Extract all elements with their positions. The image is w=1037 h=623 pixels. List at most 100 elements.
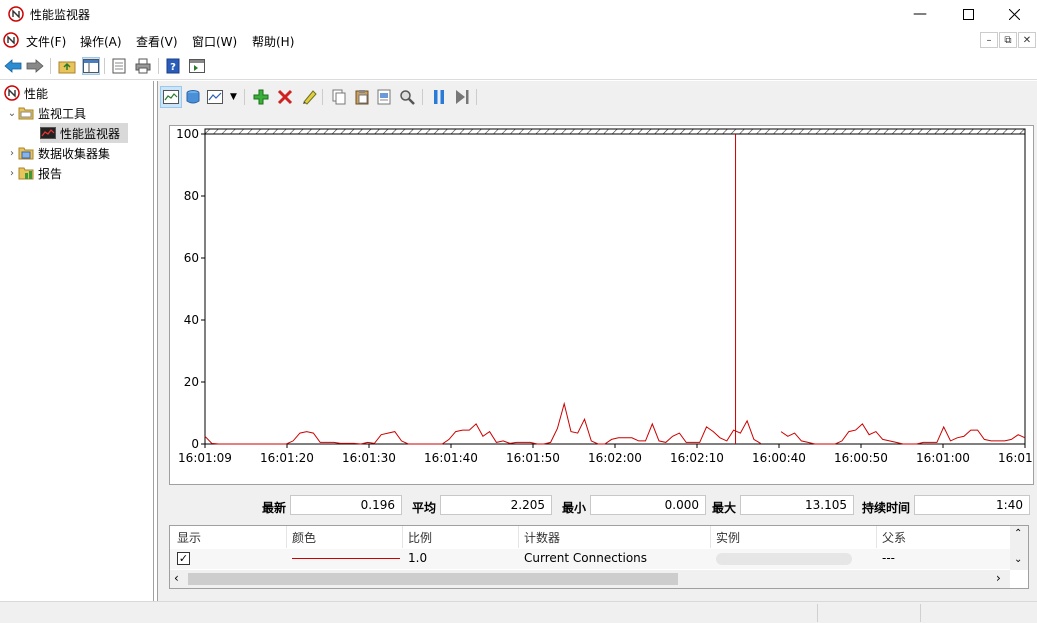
- toolbar-separator: [422, 89, 423, 105]
- window-title: 性能监视器: [30, 8, 91, 22]
- minimize-button[interactable]: —: [897, 0, 943, 28]
- y-tick-label: 60: [184, 251, 199, 265]
- restore-icon: ⧉: [1004, 34, 1012, 46]
- forward-arrow-icon: [26, 59, 44, 73]
- last-value: 0.196: [290, 495, 402, 515]
- toolbar-separator: [50, 58, 51, 74]
- chevron-right-icon[interactable]: ›: [6, 148, 18, 159]
- view-current-activity-button[interactable]: [160, 86, 182, 108]
- x-tick-label: 16:02:10: [670, 451, 724, 465]
- back-button[interactable]: [4, 57, 22, 75]
- tree-item-performance[interactable]: 性能: [4, 83, 48, 103]
- column-header-instance[interactable]: 实例: [716, 529, 740, 546]
- tree-item-data-collector-sets[interactable]: › 数据收集器集: [6, 143, 110, 163]
- main-toolbar: ?: [0, 52, 1037, 80]
- highlighter-pen-icon: [303, 90, 317, 105]
- change-graph-type-button[interactable]: [206, 88, 224, 106]
- forward-button[interactable]: [26, 57, 44, 75]
- counter-scale: 1.0: [408, 551, 428, 565]
- menu-window[interactable]: 窗口(W): [192, 33, 237, 50]
- x-tick-label: 16:01:00: [916, 451, 970, 465]
- paste-counter-list-button[interactable]: [353, 88, 371, 106]
- column-header-show[interactable]: 显示: [177, 529, 201, 546]
- column-header-color[interactable]: 颜色: [292, 529, 316, 546]
- print-button[interactable]: [134, 57, 152, 75]
- average-value: 2.205: [440, 495, 552, 515]
- x-tick-label: 16:01:30: [342, 451, 396, 465]
- add-counter-button[interactable]: [252, 88, 270, 106]
- printer-icon: [135, 58, 151, 74]
- minimize-icon: –: [986, 34, 992, 46]
- show-checkbox[interactable]: ✓: [177, 552, 190, 565]
- chevron-down-icon[interactable]: ⌄: [6, 108, 18, 119]
- maximize-icon: [962, 8, 974, 20]
- tree-item-label: 报告: [38, 166, 63, 181]
- mmc-system-menu-icon[interactable]: [3, 32, 19, 48]
- menu-file[interactable]: 文件(F): [26, 33, 66, 50]
- menu-help[interactable]: 帮助(H): [252, 33, 294, 50]
- delete-counter-button[interactable]: [276, 88, 294, 106]
- horizontal-scrollbar[interactable]: ‹ ›: [170, 570, 1010, 588]
- properties-icon: [377, 89, 391, 105]
- folder-up-icon: [58, 61, 76, 74]
- graph-type-dropdown-arrow[interactable]: ▼: [230, 92, 237, 102]
- zoom-button[interactable]: [398, 88, 416, 106]
- minimum-value: 0.000: [590, 495, 706, 515]
- show-hide-action-pane-button[interactable]: [188, 57, 206, 75]
- scroll-down-icon[interactable]: ⌄: [1014, 554, 1022, 565]
- tree-item-performance-monitor[interactable]: 性能监视器: [40, 123, 128, 143]
- duration-value: 1:40: [914, 495, 1030, 515]
- horizontal-scroll-thumb[interactable]: [188, 573, 678, 585]
- scroll-up-icon[interactable]: ⌃: [1014, 528, 1022, 539]
- status-separator: [920, 604, 921, 622]
- x-tick-label: 16:01:08: [998, 451, 1033, 465]
- folder-icon: [18, 107, 34, 120]
- column-header-parent[interactable]: 父系: [882, 529, 906, 546]
- close-icon: ✕: [1022, 34, 1032, 46]
- up-one-level-button[interactable]: [58, 57, 76, 75]
- properties-button[interactable]: [110, 57, 128, 75]
- menu-view[interactable]: 查看(V): [136, 33, 178, 50]
- counter-row[interactable]: ✓ 1.0 Current Connections ---: [170, 549, 1010, 569]
- tree-item-label: 数据收集器集: [38, 146, 111, 161]
- x-tick-label: 16:01:50: [506, 451, 560, 465]
- tree-item-monitoring-tools[interactable]: ⌄ 监视工具: [6, 103, 86, 123]
- copy-properties-button[interactable]: [330, 88, 348, 106]
- x-tick-label: 16:01:40: [424, 451, 478, 465]
- x-tick-label: 16:00:40: [752, 451, 806, 465]
- mdi-minimize-button[interactable]: –: [980, 32, 998, 48]
- maximum-label: 最大: [712, 501, 737, 515]
- counter-name: Current Connections: [524, 551, 648, 565]
- help-button[interactable]: ?: [164, 57, 182, 75]
- y-tick-label: 80: [184, 189, 199, 203]
- column-separator: [876, 526, 877, 548]
- toolbar-separator: [322, 89, 323, 105]
- mdi-close-button[interactable]: ✕: [1018, 32, 1036, 48]
- chart-area[interactable]: 0 20 40 60 80 100 16:01:09 16:01:20 16:01:30 16:0…: [169, 125, 1037, 485]
- maximize-button[interactable]: [945, 0, 991, 28]
- scroll-left-icon[interactable]: ‹: [174, 571, 179, 585]
- column-header-scale[interactable]: 比例: [408, 529, 432, 546]
- maximum-value: 13.105: [740, 495, 854, 515]
- menu-action[interactable]: 操作(A): [80, 33, 122, 50]
- update-data-button[interactable]: [453, 88, 471, 106]
- close-button[interactable]: [991, 0, 1037, 28]
- scroll-right-icon[interactable]: ›: [996, 571, 1001, 585]
- status-bar: [0, 601, 1037, 623]
- chevron-right-icon[interactable]: ›: [6, 168, 18, 179]
- reports-folder-icon: [18, 167, 34, 180]
- view-log-data-button[interactable]: [184, 88, 202, 106]
- highlight-button[interactable]: [300, 88, 318, 106]
- duration-label: 持续时间: [862, 501, 911, 515]
- statistics-bar: 最新 0.196 平均 2.205 最小 0.000 最大 13.105 持续时…: [158, 493, 1037, 521]
- mdi-restore-button[interactable]: ⧉: [999, 32, 1017, 48]
- properties-button[interactable]: [375, 88, 393, 106]
- tree-item-reports[interactable]: › 报告: [6, 163, 62, 183]
- plot-area: [204, 133, 1026, 445]
- minimum-label: 最小: [562, 501, 587, 515]
- column-separator: [518, 526, 519, 548]
- show-hide-console-tree-button[interactable]: [82, 57, 100, 75]
- column-header-counter[interactable]: 计数器: [524, 529, 560, 546]
- freeze-display-button[interactable]: [430, 88, 448, 106]
- vertical-scrollbar[interactable]: ⌃ ⌄: [1010, 526, 1028, 570]
